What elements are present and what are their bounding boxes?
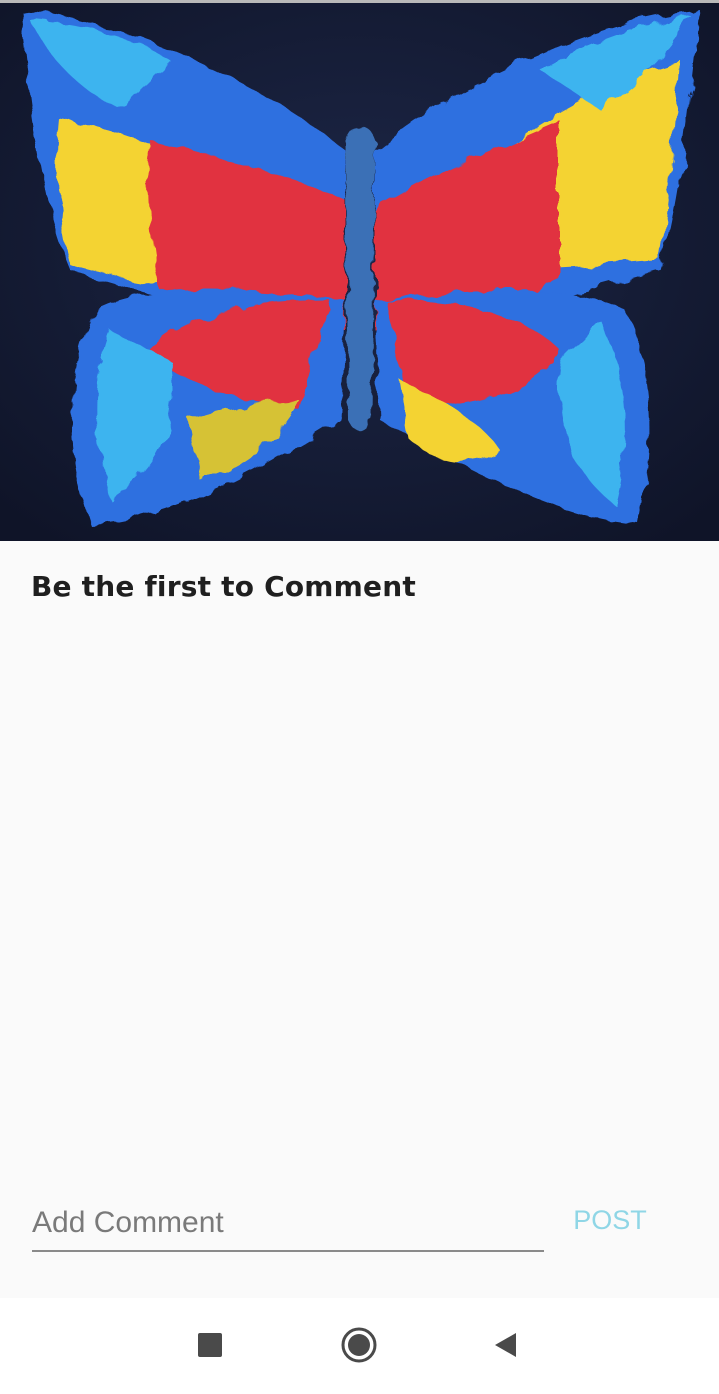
- system-nav-bar: [0, 1298, 719, 1394]
- recents-button[interactable]: [185, 1320, 235, 1370]
- home-button[interactable]: [334, 1320, 384, 1370]
- butterfly-painting-icon: [0, 0, 719, 541]
- circle-icon: [341, 1327, 377, 1363]
- triangle-back-icon: [495, 1333, 516, 1357]
- post-button[interactable]: POST: [560, 1200, 660, 1240]
- square-icon: [198, 1333, 222, 1357]
- empty-comments-message: Be the first to Comment: [31, 570, 416, 603]
- back-button[interactable]: [481, 1320, 531, 1370]
- comment-input[interactable]: [32, 1196, 544, 1252]
- post-detail-screen: Be the first to Comment POST: [0, 0, 719, 1394]
- comment-composer: POST: [0, 1180, 719, 1298]
- status-divider: [0, 0, 719, 3]
- artwork-image[interactable]: [0, 0, 719, 541]
